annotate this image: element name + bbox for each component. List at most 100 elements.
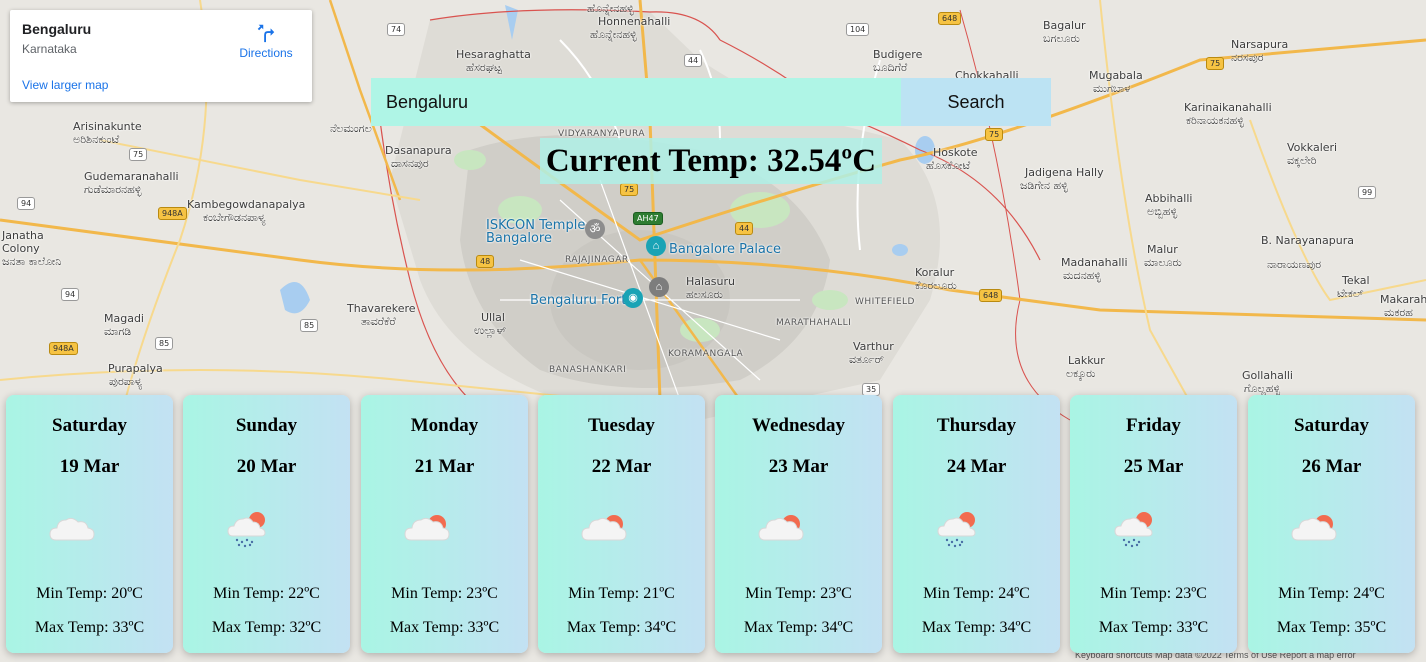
highway-shield: 74 bbox=[387, 23, 406, 36]
highway-shield: 75 bbox=[129, 148, 148, 161]
rain-sun-icon bbox=[1114, 512, 1153, 548]
forecast-day: Thursday bbox=[936, 415, 1017, 436]
highway-shield: 948A bbox=[49, 342, 78, 355]
map-label: Hesaraghatta bbox=[456, 48, 531, 61]
highway-shield: 104 bbox=[846, 23, 870, 36]
search-button[interactable]: Search bbox=[901, 78, 1051, 126]
highway-shield: AH47 bbox=[633, 212, 663, 225]
map-label: Gudemaranahalli bbox=[84, 170, 179, 183]
view-larger-map-link[interactable]: View larger map bbox=[22, 78, 108, 92]
map-label: ಜನತಾ ಕಾಲೋನಿ bbox=[2, 255, 62, 268]
forecast-card: Saturday 19 Mar Min Temp: 20ºC Max Temp:… bbox=[6, 395, 173, 653]
forecast-min-temp: Min Temp: 23ºC bbox=[745, 585, 852, 602]
partly-cloudy-icon bbox=[404, 515, 450, 541]
forecast-day: Tuesday bbox=[588, 415, 655, 436]
map-label: ಹಲಸೂರು bbox=[686, 288, 723, 301]
forecast-max-temp: Max Temp: 34ºC bbox=[566, 619, 677, 636]
map-label: ನೆಲಮಂಗಲ bbox=[330, 122, 372, 135]
map-label: ಬೂದಿಗೆರೆ bbox=[873, 61, 908, 74]
map-label: ಮಕರಹ bbox=[1384, 306, 1413, 319]
directions-label: Directions bbox=[239, 46, 293, 60]
map-label: ಹೊನ್ನೇನಹಳ್ಳಿ bbox=[590, 28, 637, 41]
forecast-card: Tuesday 22 Mar Min Temp: 21ºC Max Temp: … bbox=[538, 395, 705, 653]
highway-shield: 44 bbox=[735, 222, 754, 235]
map-label: ಕರಿನಾಯಕನಹಳ್ಳಿ bbox=[1186, 114, 1244, 127]
district-label: MARATHAHALLI bbox=[776, 318, 852, 328]
rain-sun-icon bbox=[937, 512, 976, 548]
map-label: Lakkur bbox=[1068, 354, 1105, 367]
directions-icon bbox=[257, 24, 275, 43]
map-label: ಜಡಿಗೇನ ಹಳ್ಳಿ bbox=[1020, 179, 1068, 192]
forecast-max-temp: Max Temp: 34ºC bbox=[921, 619, 1032, 636]
map-label: Varthur bbox=[853, 340, 894, 353]
map-label: Honnenahalli bbox=[598, 15, 671, 28]
forecast-card: Saturday 26 Mar Min Temp: 24ºC Max Temp:… bbox=[1248, 395, 1415, 653]
map-label: Karinaikanahalli bbox=[1184, 101, 1272, 114]
forecast-card: Friday 25 Mar Min Temp: 23ºC Max Temp: 3… bbox=[1070, 395, 1237, 653]
map-label: ಮಾಲೂರು bbox=[1144, 256, 1182, 269]
map-label: ತಾವರೆಕೆರೆ bbox=[361, 315, 396, 328]
forecast-day: Saturday bbox=[1294, 415, 1369, 436]
map-label: ಮದನಹಳ್ಳಿ bbox=[1063, 269, 1101, 282]
map-label: Arisinakunte bbox=[73, 120, 142, 133]
forecast-max-temp: Max Temp: 33ºC bbox=[389, 619, 500, 636]
forecast-max-temp: Max Temp: 33ºC bbox=[34, 619, 145, 636]
forecast-max-temp: Max Temp: 33ºC bbox=[1098, 619, 1209, 636]
forecast-min-temp: Min Temp: 21ºC bbox=[568, 585, 675, 602]
forecast-day: Sunday bbox=[235, 415, 298, 436]
map-label: Kambegowdanapalya bbox=[187, 198, 306, 211]
highway-shield: 75 bbox=[620, 183, 639, 196]
forecast-day: Monday bbox=[410, 415, 479, 436]
highway-shield: 648 bbox=[938, 12, 962, 25]
forecast-day: Saturday bbox=[52, 415, 127, 436]
map-label: Halasuru bbox=[686, 275, 736, 288]
poi-iskcon[interactable]: ISKCON Temple Bangalore bbox=[486, 219, 596, 245]
poi-bangalore-palace[interactable]: Bangalore Palace bbox=[669, 243, 781, 256]
highway-shield: 48 bbox=[476, 255, 495, 268]
map-label: ಉಲ್ಲಾಳ್ bbox=[474, 324, 507, 337]
district-label: KORAMANGALA bbox=[668, 349, 744, 359]
forecast-min-temp: Min Temp: 22ºC bbox=[213, 585, 320, 602]
partly-cloudy-icon bbox=[581, 515, 627, 541]
forecast-card: Monday 21 Mar Min Temp: 23ºC Max Temp: 3… bbox=[361, 395, 528, 653]
forecast-card: Sunday 20 Mar Min Temp: 22ºC Max Temp: 3… bbox=[183, 395, 350, 653]
district-label: WHITEFIELD bbox=[855, 297, 915, 307]
poi-bengaluru-fort[interactable]: Bengaluru Fort bbox=[530, 294, 626, 307]
highway-shield: 75 bbox=[985, 128, 1004, 141]
highway-shield: 85 bbox=[155, 337, 174, 350]
forecast-date: 21 Mar bbox=[414, 456, 475, 477]
map-label: ವಕ್ಕಲೇರಿ bbox=[1287, 154, 1317, 167]
city-search-input[interactable] bbox=[371, 78, 901, 126]
map-label: ನಾರಾಯಣಪುರ bbox=[1267, 258, 1322, 271]
map-label: Purapalya bbox=[108, 362, 163, 375]
map-label: Narsapura bbox=[1231, 38, 1289, 51]
map-label: Janatha Colony bbox=[2, 229, 44, 255]
map-label: Magadi bbox=[104, 312, 144, 325]
map-label: ಗೊಲ್ಲಹಳ್ಳಿ bbox=[1244, 382, 1281, 395]
map-label: ಮುಗಬಾಳ bbox=[1093, 82, 1131, 95]
partly-cloudy-icon bbox=[1291, 515, 1337, 541]
forecast-min-temp: Min Temp: 24ºC bbox=[1278, 585, 1385, 602]
current-temperature: Current Temp: 32.54ºC bbox=[540, 138, 882, 184]
district-label: RAJAJINAGAR bbox=[565, 255, 629, 265]
map-label: ವರ್ತೂರ್ bbox=[849, 353, 884, 366]
forecast-max-temp: Max Temp: 35ºC bbox=[1276, 619, 1387, 636]
forecast-min-temp: Min Temp: 24ºC bbox=[923, 585, 1030, 602]
highway-shield: 94 bbox=[61, 288, 80, 301]
map-label: ಗುಡೆಮಾರನಹಳ್ಳಿ bbox=[84, 183, 142, 196]
map-label: ಹೊಸಕೋಟೆ bbox=[926, 159, 971, 172]
temple-icon: ॐ bbox=[585, 219, 605, 239]
forecast-day: Wednesday bbox=[752, 415, 845, 436]
camera-icon: ◉ bbox=[623, 288, 643, 308]
partly-cloudy-icon bbox=[758, 515, 804, 541]
map-label: ಟೇಕಲ್ bbox=[1337, 287, 1364, 300]
cloud-icon bbox=[49, 517, 95, 541]
directions-button[interactable]: Directions bbox=[234, 22, 298, 62]
map-label: Budigere bbox=[873, 48, 923, 61]
highway-shield: 94 bbox=[17, 197, 36, 210]
forecast-date: 19 Mar bbox=[59, 456, 120, 477]
forecast-min-temp: Min Temp: 23ºC bbox=[391, 585, 498, 602]
forecast-max-temp: Max Temp: 34ºC bbox=[743, 619, 854, 636]
highway-shield: 44 bbox=[684, 54, 703, 67]
map-label: ನರಸಪುರ bbox=[1231, 51, 1264, 64]
